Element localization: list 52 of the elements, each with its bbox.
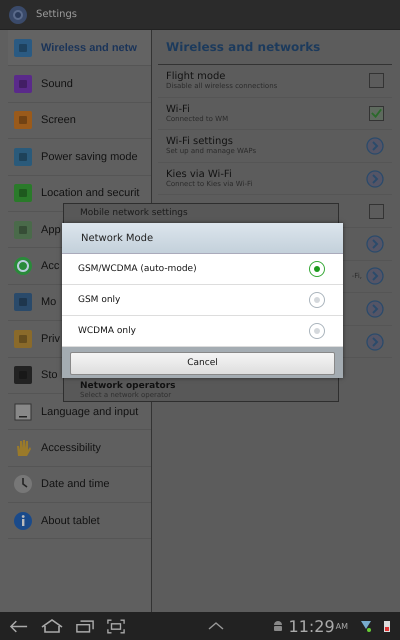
radio-button[interactable] xyxy=(309,261,325,277)
dialog-title: Network Mode xyxy=(62,223,343,254)
wifi-status-icon xyxy=(361,620,371,632)
home-icon[interactable] xyxy=(41,619,63,633)
gear-icon xyxy=(8,4,28,24)
setting-title: Kies via Wi-Fi xyxy=(166,169,233,180)
chevron-icon[interactable] xyxy=(366,234,384,253)
setting-title: Wi-Fi settings xyxy=(166,136,234,148)
chevron-icon[interactable] xyxy=(366,267,384,286)
clock-period: AM xyxy=(336,622,348,630)
cancel-button[interactable]: Cancel xyxy=(70,352,335,374)
radio-button[interactable] xyxy=(309,323,325,339)
option-label: WCDMA only xyxy=(78,326,136,336)
radio-option[interactable]: GSM/WCDMA (auto-mode) xyxy=(62,254,343,285)
sidebar-item[interactable]: Sto xyxy=(8,358,58,393)
sync-icon xyxy=(13,256,33,276)
sidebar-item[interactable]: Date and time xyxy=(8,466,110,502)
sidebar-item[interactable]: Power saving mode xyxy=(8,139,138,175)
radio-button[interactable] xyxy=(309,292,325,308)
panel-title: Wireless and networks xyxy=(158,30,392,65)
option-label: GSM/WCDMA (auto-mode) xyxy=(78,264,197,274)
setting-title: Flight mode xyxy=(166,71,226,82)
keyboard-key-icon xyxy=(13,402,33,422)
sidebar-item[interactable]: About tablet xyxy=(8,503,100,538)
clock-icon xyxy=(13,474,33,494)
chevron-icon[interactable] xyxy=(366,170,384,188)
clock-time: 11:29 xyxy=(288,616,335,636)
caret-up-icon[interactable] xyxy=(208,622,224,630)
setting-title: Wi-Fi xyxy=(166,104,191,115)
checkbox[interactable] xyxy=(369,204,384,219)
sidebar-item[interactable]: Wireless and netw xyxy=(8,30,151,66)
sidebar-item[interactable]: Priv xyxy=(8,321,60,357)
battery-icon xyxy=(384,620,390,632)
screenshot-icon[interactable] xyxy=(107,618,125,634)
sidebar-item[interactable]: Acc xyxy=(8,248,60,284)
radio-option[interactable]: GSM only xyxy=(62,285,343,316)
option-label: GSM only xyxy=(78,295,120,305)
sidebar-item[interactable]: Screen xyxy=(8,102,76,138)
info-icon xyxy=(13,510,33,531)
checkbox[interactable] xyxy=(369,73,384,88)
sidebar-item[interactable]: Sound xyxy=(8,66,73,102)
sidebar-item[interactable]: Mo xyxy=(8,284,56,320)
dialog-title: Mobile network settings xyxy=(80,208,189,218)
app-title: Settings xyxy=(36,9,78,20)
recent-apps-icon[interactable] xyxy=(76,620,94,632)
checkbox[interactable] xyxy=(369,106,384,121)
sidebar-item[interactable]: App xyxy=(8,212,61,248)
chevron-icon[interactable] xyxy=(366,136,384,155)
back-icon[interactable] xyxy=(10,620,28,632)
chevron-icon[interactable] xyxy=(366,300,384,318)
chevron-icon[interactable] xyxy=(366,332,384,351)
sidebar-item[interactable]: Accessibility xyxy=(8,430,101,466)
